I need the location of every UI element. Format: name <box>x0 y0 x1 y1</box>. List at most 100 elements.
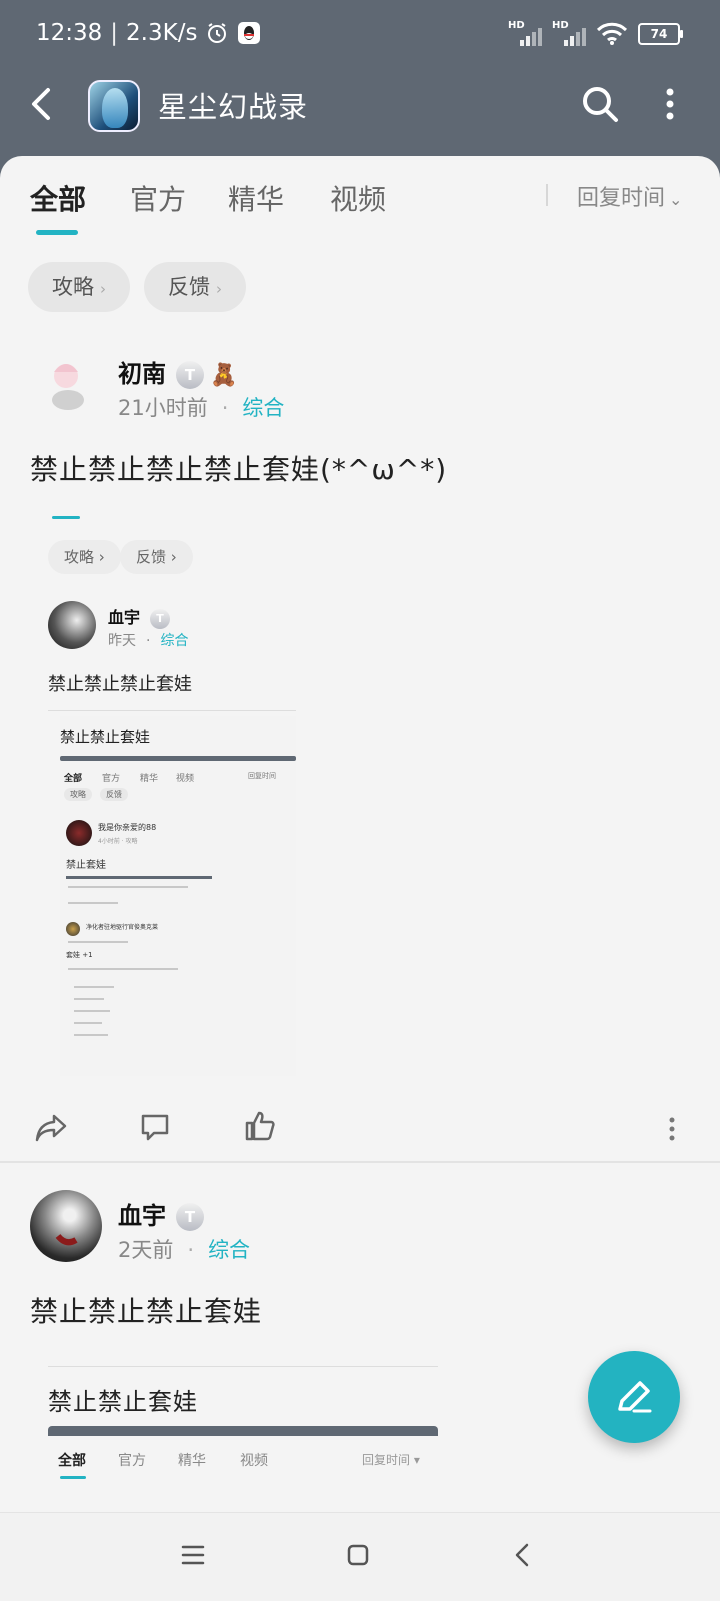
signal-icon: HD <box>508 20 542 46</box>
pencil-icon <box>618 1381 652 1413</box>
embedded-tab: 官方 <box>118 1453 146 1469</box>
embedded-sort-label: 回复时间 <box>362 1453 411 1467</box>
status-bar: 12:38 | 2.3K/s HD HD 74 <box>0 0 720 70</box>
sort-label: 回复时间 <box>577 186 666 211</box>
sort-dropdown[interactable]: 回复时间 ⌄ <box>577 180 682 212</box>
nested-chip: 反馈 <box>100 788 128 801</box>
author-name-text: 初南 <box>118 360 166 388</box>
compose-button[interactable] <box>588 1351 680 1443</box>
app-icon[interactable] <box>88 80 140 132</box>
nested-tab: 全部 <box>64 774 83 784</box>
nested-author: 我是你亲爱的88 <box>98 823 157 832</box>
status-left: 12:38 | 2.3K/s <box>36 20 261 46</box>
content-card: 全部 官方 精华 视频 回复时间 ⌄ 攻略 › 反馈 › 初南 T 🧸 21小时前 · 综合 … <box>0 156 720 1600</box>
avatar[interactable] <box>30 348 102 420</box>
menu-icon[interactable] <box>180 1543 206 1567</box>
author-name[interactable]: 血宇 T <box>118 1196 204 1231</box>
medal-icon: 🧸 <box>210 363 238 388</box>
nested-sort: 回复时间 <box>248 772 276 780</box>
nested-chip: 攻略 <box>64 788 92 801</box>
embedded-chip-label: 反馈 <box>136 548 167 566</box>
post-meta: 2天前 · 综合 <box>118 1234 250 1264</box>
embedded-divider <box>48 1366 438 1367</box>
post-category[interactable]: 综合 <box>208 1238 250 1262</box>
post-meta: 21小时前 · 综合 <box>118 392 284 422</box>
post-image[interactable]: 攻略 › 反馈 › 血宇 T 昨天 · 综合 禁止禁止禁止套娃 禁止禁止套娃 全部 官… <box>30 506 450 1076</box>
app-bar: 星尘幻战录 <box>0 70 720 160</box>
separator-dot: · <box>187 1238 195 1262</box>
level-badge-icon: T <box>176 1203 204 1231</box>
tab-official[interactable]: 官方 <box>130 178 186 218</box>
clock: 12:38 <box>36 20 103 46</box>
embedded-sort: 回复时间 ▾ <box>362 1453 420 1467</box>
alarm-icon <box>208 23 227 43</box>
chip-label: 反馈 <box>168 275 210 299</box>
embedded-meta: 昨天 · 综合 <box>108 630 188 650</box>
nested-inner-bar <box>66 876 212 879</box>
embedded-tab: 精华 <box>178 1453 206 1469</box>
embedded-time: 昨天 <box>108 633 136 649</box>
chevron-right-icon: › <box>216 280 222 298</box>
tab-divider <box>546 184 548 206</box>
embedded-chip: 攻略 › <box>48 540 121 574</box>
chip-feedback[interactable]: 反馈 › <box>144 262 246 312</box>
post-title[interactable]: 禁止禁止禁止禁止套娃(*^ω^*) <box>30 448 447 488</box>
embedded-chip: 反馈 › <box>120 540 193 574</box>
wifi-icon <box>596 22 628 45</box>
embedded-chip-label: 攻略 <box>64 548 95 566</box>
status-separator: | <box>110 20 119 46</box>
nested-tab: 视频 <box>176 774 195 784</box>
comment-icon[interactable] <box>140 1112 170 1142</box>
nested-screenshot: 禁止禁止套娃 全部 官方 精华 视频 回复时间 攻略 反馈 我是你亲爱的88 4… <box>60 716 296 1076</box>
more-options-icon[interactable] <box>668 1116 676 1142</box>
level-badge-icon: T <box>176 361 204 389</box>
tab-featured[interactable]: 精华 <box>228 178 284 218</box>
embedded-post-title: 禁止禁止禁止套娃 <box>48 674 192 695</box>
more-options-icon[interactable] <box>664 84 676 124</box>
level-badge-icon: T <box>150 608 171 629</box>
nested-inner-author: 净化者驻地驱行官俊奥克莱 <box>86 924 159 931</box>
nested-avatar <box>66 820 92 846</box>
page-title: 星尘幻战录 <box>158 90 309 124</box>
signal-icon: HD <box>552 20 586 46</box>
separator-dot: · <box>221 396 229 420</box>
embedded-tab-indicator <box>52 516 80 519</box>
tab-video[interactable]: 视频 <box>330 178 386 218</box>
tab-indicator <box>36 230 78 235</box>
back-icon[interactable] <box>26 84 56 124</box>
nested-inner-title: 套娃 +1 <box>66 951 93 959</box>
author-name-text: 血宇 <box>118 1202 166 1230</box>
post-category[interactable]: 综合 <box>242 396 284 420</box>
post-title[interactable]: 禁止禁止禁止套娃 <box>30 1290 262 1330</box>
nested-tab: 精华 <box>140 774 159 784</box>
embedded-divider <box>48 710 296 711</box>
embedded-author-text: 血宇 <box>108 608 141 627</box>
embedded-avatar <box>48 601 96 649</box>
status-right: HD HD 74 <box>508 20 683 46</box>
embedded-title: 禁止禁止套娃 <box>48 1388 198 1416</box>
post-actions <box>0 1098 720 1158</box>
embedded-tab-indicator <box>60 1476 86 1479</box>
search-icon[interactable] <box>580 84 620 124</box>
post-time: 2天前 <box>118 1238 174 1262</box>
tab-all[interactable]: 全部 <box>30 178 86 218</box>
network-speed: 2.3K/s <box>126 20 198 46</box>
like-icon[interactable] <box>244 1110 276 1142</box>
chevron-down-icon: ⌄ <box>669 190 683 209</box>
chip-label: 攻略 <box>52 275 94 299</box>
nested-meta: 4小时前 · 攻略 <box>98 838 138 845</box>
chip-guide[interactable]: 攻略 › <box>28 262 130 312</box>
nested-header-bar <box>60 756 296 761</box>
chevron-right-icon: › <box>100 280 106 298</box>
share-icon[interactable] <box>34 1112 68 1144</box>
home-icon[interactable] <box>346 1543 370 1567</box>
nested-inner-avatar <box>66 922 80 936</box>
nested-post-title: 禁止套娃 <box>66 860 106 871</box>
embedded-header-bar <box>48 1426 438 1436</box>
system-nav-bar <box>0 1512 720 1601</box>
post-time: 21小时前 <box>118 396 208 420</box>
back-nav-icon[interactable] <box>512 1541 532 1569</box>
embedded-category: 综合 <box>160 633 189 649</box>
avatar[interactable] <box>30 1190 102 1262</box>
author-name[interactable]: 初南 T 🧸 <box>118 354 237 389</box>
